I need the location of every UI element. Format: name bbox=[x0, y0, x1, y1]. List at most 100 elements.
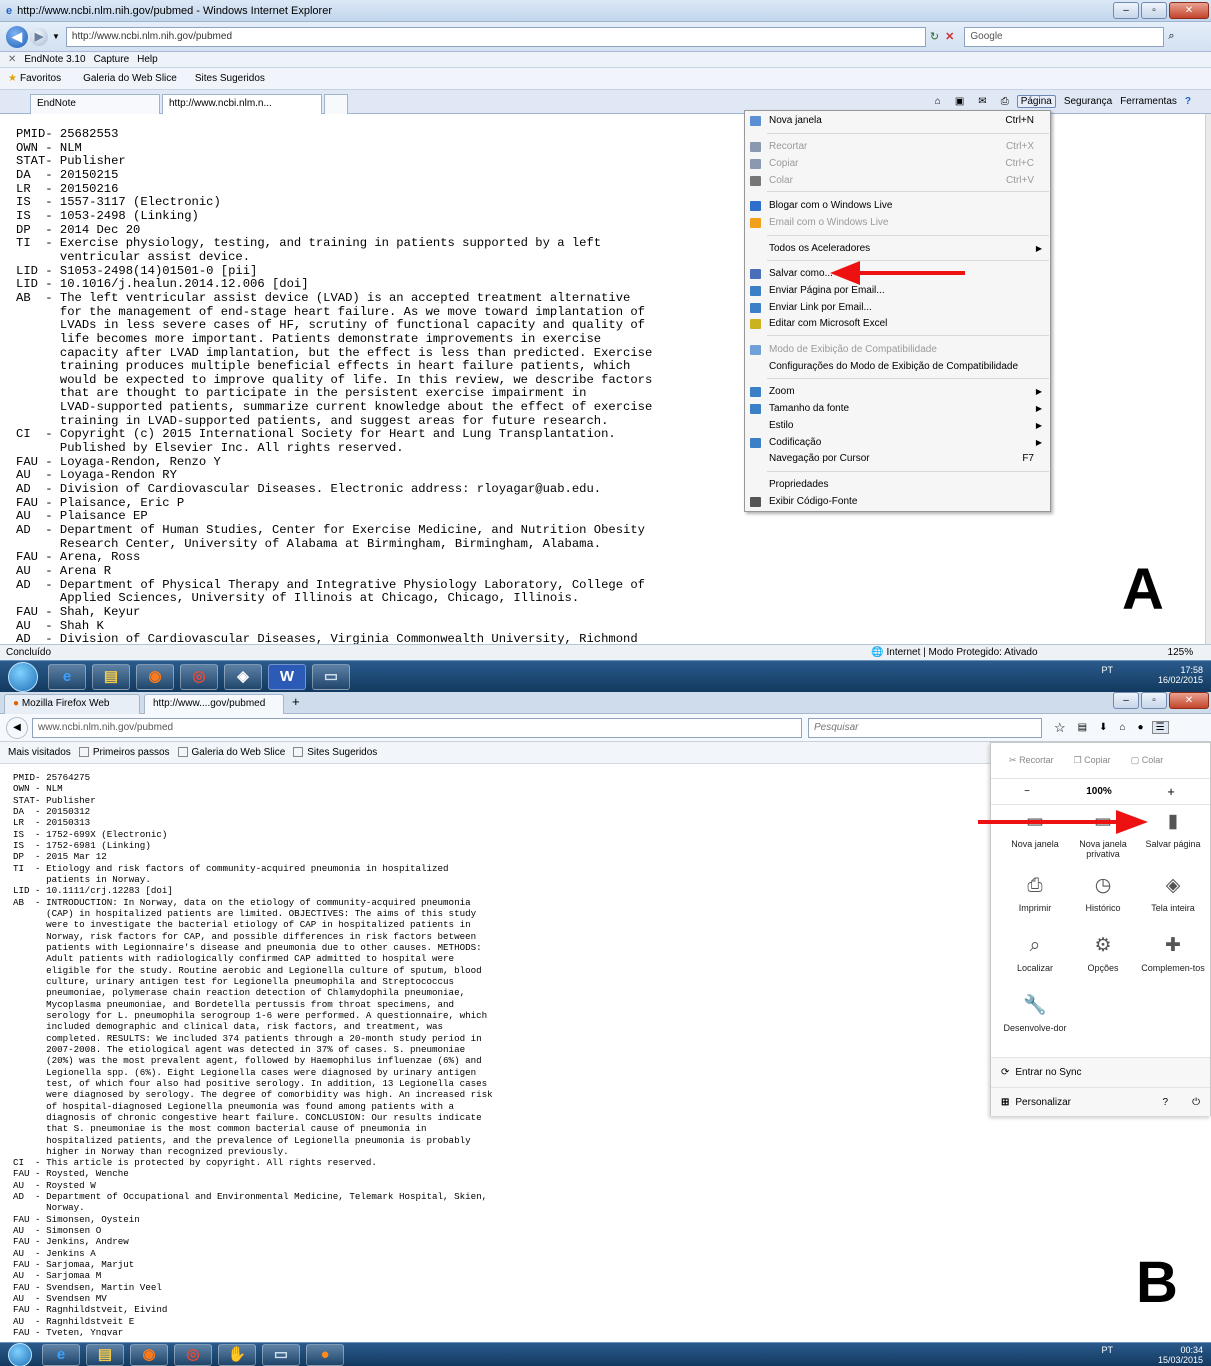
stop-icon[interactable]: ✕ bbox=[945, 30, 954, 43]
toolbar-endnote[interactable]: EndNote 3.10 bbox=[24, 54, 85, 65]
print-icon[interactable]: ⎙ bbox=[1001, 96, 1009, 107]
taskbar-ie-icon-b[interactable]: e bbox=[42, 1343, 80, 1366]
ie-menu-item-editar-com-microsoft-excel[interactable]: Editar com Microsoft Excel bbox=[745, 316, 1050, 332]
ff-menu-new-window-button[interactable]: ▭Nova janela bbox=[999, 811, 1071, 849]
taskbar-folder-icon-b[interactable]: ▤ bbox=[86, 1343, 124, 1366]
ie-menu-item-enviar-p-gina-por-email[interactable]: Enviar Página por Email... bbox=[745, 283, 1050, 299]
taskbar-chrome-icon-b[interactable]: ◎ bbox=[174, 1343, 212, 1366]
ie-menu-item-enviar-link-por-email[interactable]: Enviar Link por Email... bbox=[745, 300, 1050, 316]
ff-menu-full-screen-button[interactable]: ◈ Tela inteira bbox=[1137, 875, 1209, 913]
feeds-icon[interactable]: ▣ bbox=[955, 96, 964, 107]
bookmark-getting-started[interactable]: Primeiros passos bbox=[78, 747, 170, 758]
forward-button[interactable]: ▶ bbox=[30, 27, 48, 46]
tray-lang-b[interactable]: PT bbox=[1101, 1345, 1113, 1355]
taskbar-media-icon-b[interactable]: ◉ bbox=[130, 1343, 168, 1366]
ff-address-input[interactable]: www.ncbi.nlm.nih.gov/pubmed bbox=[32, 717, 802, 738]
back-button[interactable]: ◀ bbox=[6, 25, 28, 48]
ff-menu-print-button[interactable]: ⎙ Imprimir bbox=[999, 875, 1071, 913]
ff-sync-row[interactable]: ⟳ Entrar no Sync bbox=[991, 1057, 1210, 1087]
ie-menu-item-nova-janela[interactable]: Nova janela Ctrl+N bbox=[745, 113, 1050, 129]
toolbar-capture[interactable]: Capture bbox=[94, 54, 130, 65]
taskbar-screen-icon[interactable]: ▭ bbox=[312, 663, 350, 690]
ff-menu-history-button[interactable]: ◷ Histórico bbox=[1067, 875, 1139, 913]
bookmark-star-icon[interactable]: ☆ bbox=[1054, 720, 1066, 736]
help-icon[interactable]: ? bbox=[1185, 96, 1191, 107]
ie-menu-item-navega-o-por-cursor[interactable]: Navegação por Cursor F7 bbox=[745, 451, 1050, 467]
ie-menu-item-todos-os-aceleradores[interactable]: Todos os Aceleradores ▶ bbox=[745, 241, 1050, 257]
copy-button[interactable]: ❐ Copiar bbox=[1074, 755, 1111, 766]
ie-address-input[interactable]: http://www.ncbi.nlm.nih.gov/pubmed bbox=[65, 26, 926, 47]
ie-menu-item-propriedades[interactable]: Propriedades bbox=[745, 477, 1050, 493]
cut-button[interactable]: ✂ Recortar bbox=[1009, 755, 1054, 766]
ff-maximize-button[interactable]: ▫ bbox=[1141, 692, 1167, 709]
hamburger-menu-icon[interactable]: ☰ bbox=[1151, 721, 1169, 734]
taskbar-screen-icon-b[interactable]: ▭ bbox=[262, 1343, 300, 1366]
taskbar-firefox-icon[interactable]: ● bbox=[306, 1343, 344, 1366]
ie-menu-item-estilo[interactable]: Estilo ▶ bbox=[745, 418, 1050, 434]
ie-search-input[interactable]: Google bbox=[964, 26, 1165, 47]
taskbar-app-icon-b[interactable]: ✋ bbox=[218, 1343, 256, 1366]
ie-menu-item-exibir-c-digo-fonte[interactable]: Exibir Código-Fonte bbox=[745, 494, 1050, 510]
toolbar-close-icon[interactable]: ✕ bbox=[8, 54, 16, 65]
taskbar-ie-icon[interactable]: e bbox=[48, 663, 86, 690]
refresh-icon[interactable]: ↻ bbox=[930, 30, 939, 43]
favorites-item-web-slice[interactable]: Galeria do Web Slice bbox=[83, 73, 177, 84]
zoom-level-b[interactable]: 100% bbox=[1063, 786, 1135, 797]
tab-pubmed[interactable]: http://www.ncbi.nlm.n... bbox=[162, 93, 322, 114]
favorites-item-sites[interactable]: Sites Sugeridos bbox=[195, 73, 265, 84]
ie-menu-item-blogar-com-o-windows-live[interactable]: Blogar com o Windows Live bbox=[745, 198, 1050, 214]
taskbar-app-icon[interactable]: ◈ bbox=[224, 663, 262, 690]
power-icon[interactable]: ⏻ bbox=[1192, 1097, 1200, 1108]
ff-close-button[interactable]: ✕ bbox=[1169, 692, 1209, 709]
ie-scrollbar[interactable] bbox=[1205, 114, 1211, 644]
ff-menu-find-button[interactable]: ⌕ Localizar bbox=[999, 935, 1071, 973]
paste-button[interactable]: ▢ Colar bbox=[1131, 755, 1164, 766]
page-menu-button[interactable]: Página bbox=[1016, 95, 1056, 108]
customize-button[interactable]: Personalizar bbox=[1015, 1097, 1071, 1108]
home-icon[interactable]: ⌂ bbox=[1120, 722, 1126, 733]
favorites-button[interactable]: Favoritos bbox=[20, 73, 61, 84]
downloads-icon[interactable]: ⬇ bbox=[1099, 722, 1107, 733]
home-icon[interactable]: ⌂ bbox=[935, 96, 941, 107]
zoom-in-button[interactable]: + bbox=[1135, 784, 1207, 799]
recent-pages-icon[interactable]: ▼ bbox=[52, 32, 60, 41]
zoom-level[interactable]: 125% bbox=[1168, 647, 1194, 658]
ff-menu-add-ons-button[interactable]: ✚ Complemen-tos bbox=[1137, 935, 1209, 973]
search-icon[interactable]: ⌕ bbox=[1168, 30, 1174, 43]
ff-tab-mozilla[interactable]: ● Mozilla Firefox Web Brows... bbox=[4, 693, 140, 727]
taskbar-chrome-icon[interactable]: ◎ bbox=[180, 663, 218, 690]
safety-menu-button[interactable]: Segurança bbox=[1064, 96, 1112, 107]
ie-menu-item-zoom[interactable]: Zoom ▶ bbox=[745, 384, 1050, 400]
ff-menu-options-button[interactable]: ⚙ Opções bbox=[1067, 935, 1139, 973]
taskbar-media-icon[interactable]: ◉ bbox=[136, 663, 174, 690]
tab-endnote[interactable]: EndNote bbox=[30, 93, 160, 114]
mail-icon[interactable]: ✉ bbox=[978, 96, 986, 107]
ie-menu-item-configura-es-do-modo-de-exibi-o-de-compatibilidade[interactable]: Configurações do Modo de Exibição de Com… bbox=[745, 359, 1050, 375]
minimize-button[interactable]: – bbox=[1113, 2, 1139, 19]
bookmark-web-slice[interactable]: Galeria do Web Slice bbox=[177, 747, 285, 758]
ie-menu-item-tamanho-da-fonte[interactable]: Tamanho da fonte ▶ bbox=[745, 401, 1050, 417]
ie-menu-item-codifica-o[interactable]: Codificação ▶ bbox=[745, 435, 1050, 451]
ff-tab-pubmed[interactable]: http://www....gov/pubmed bbox=[144, 693, 284, 714]
taskbar-folder-icon[interactable]: ▤ bbox=[92, 663, 130, 690]
close-button[interactable]: ✕ bbox=[1169, 2, 1209, 19]
start-button[interactable] bbox=[8, 661, 38, 692]
ff-search-input[interactable]: Pesquisar bbox=[808, 717, 1042, 738]
chat-icon[interactable]: ● bbox=[1138, 722, 1144, 733]
ff-minimize-button[interactable]: – bbox=[1113, 692, 1139, 709]
bookmark-sites[interactable]: Sites Sugeridos bbox=[293, 747, 377, 758]
help-icon[interactable]: ? bbox=[1163, 1097, 1169, 1108]
reading-list-icon[interactable]: ▤ bbox=[1078, 722, 1087, 733]
maximize-button[interactable]: ▫ bbox=[1141, 2, 1167, 19]
start-button-b[interactable] bbox=[8, 1342, 32, 1366]
tools-menu-button[interactable]: Ferramentas bbox=[1120, 96, 1177, 107]
ff-menu-developer-button[interactable]: 🔧 Desenvolve-dor bbox=[999, 995, 1071, 1033]
ff-back-button[interactable]: ◀ bbox=[6, 716, 28, 739]
toolbar-help[interactable]: Help bbox=[137, 54, 158, 65]
new-tab-button[interactable] bbox=[324, 93, 348, 114]
taskbar-word-icon[interactable]: W bbox=[268, 663, 306, 690]
bookmark-most-visited[interactable]: Mais visitados bbox=[8, 747, 71, 758]
tray-lang[interactable]: PT bbox=[1101, 665, 1113, 675]
zoom-out-button[interactable]: − bbox=[991, 786, 1063, 797]
new-tab-icon[interactable]: + bbox=[292, 694, 300, 709]
